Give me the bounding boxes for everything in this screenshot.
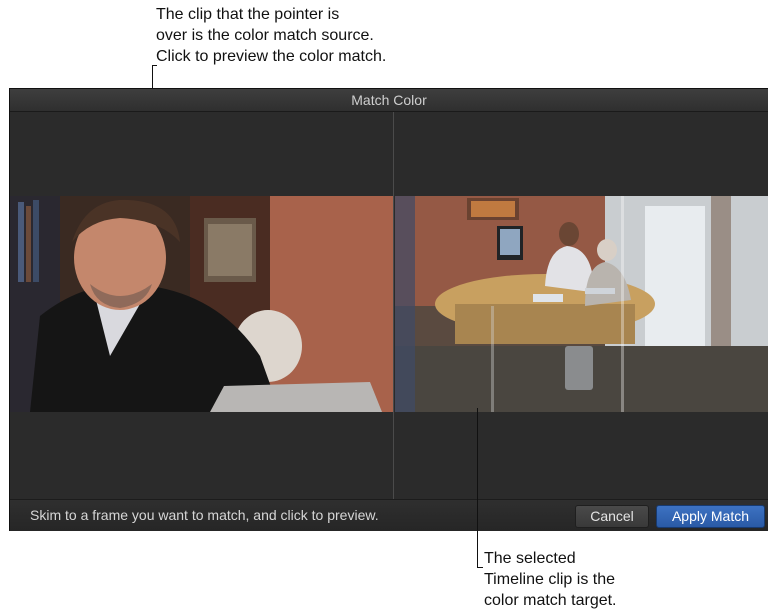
source-callout-text: The clip that the pointer is over is the…	[156, 6, 387, 65]
comparison-viewer[interactable]	[10, 112, 768, 499]
viewer-divider	[393, 112, 394, 499]
window-title: Match Color	[10, 89, 768, 112]
apply-match-button[interactable]: Apply Match	[656, 505, 765, 528]
source-clip-frame[interactable]	[10, 196, 393, 412]
source-clip-image	[10, 196, 393, 412]
match-color-window: Match Color Skim to a frame you want to …	[9, 88, 768, 531]
instruction-text: Skim to a frame you want to match, and c…	[30, 507, 379, 523]
target-clip-frame	[395, 196, 768, 412]
target-clip-image	[395, 196, 768, 412]
target-callout-leader-tick	[477, 567, 483, 568]
bottom-bar: Skim to a frame you want to match, and c…	[10, 499, 768, 531]
cancel-button[interactable]: Cancel	[575, 505, 649, 528]
target-callout-text: The selected Timeline clip is the color …	[484, 550, 617, 609]
target-callout-leader-line	[477, 408, 478, 568]
